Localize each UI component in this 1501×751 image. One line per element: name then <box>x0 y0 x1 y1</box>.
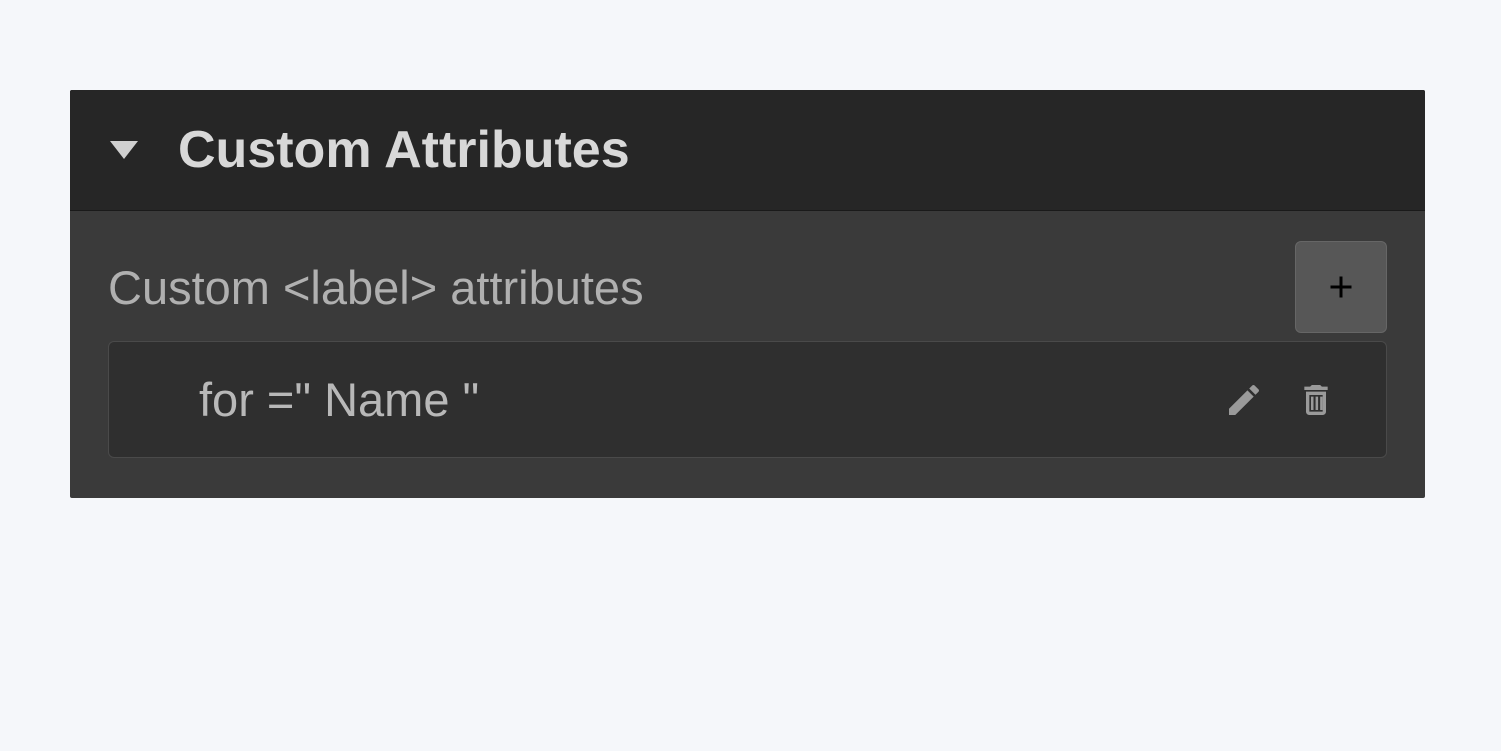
attribute-row[interactable]: for =" Name " <box>108 341 1387 458</box>
subheader-row: Custom <label> attributes <box>108 241 1387 333</box>
attribute-display-text: for =" Name " <box>199 372 479 427</box>
plus-icon <box>1323 269 1359 305</box>
trash-icon <box>1296 380 1336 420</box>
subheader-label: Custom <label> attributes <box>108 260 644 315</box>
collapse-toggle-icon[interactable] <box>110 141 138 159</box>
panel-header[interactable]: Custom Attributes <box>70 90 1425 211</box>
add-attribute-button[interactable] <box>1295 241 1387 333</box>
attribute-actions <box>1224 380 1336 420</box>
panel-body: Custom <label> attributes for =" Name " <box>70 211 1425 498</box>
custom-attributes-panel: Custom Attributes Custom <label> attribu… <box>70 90 1425 498</box>
edit-attribute-button[interactable] <box>1224 380 1264 420</box>
delete-attribute-button[interactable] <box>1296 380 1336 420</box>
panel-title: Custom Attributes <box>178 120 630 180</box>
pencil-icon <box>1224 380 1264 420</box>
